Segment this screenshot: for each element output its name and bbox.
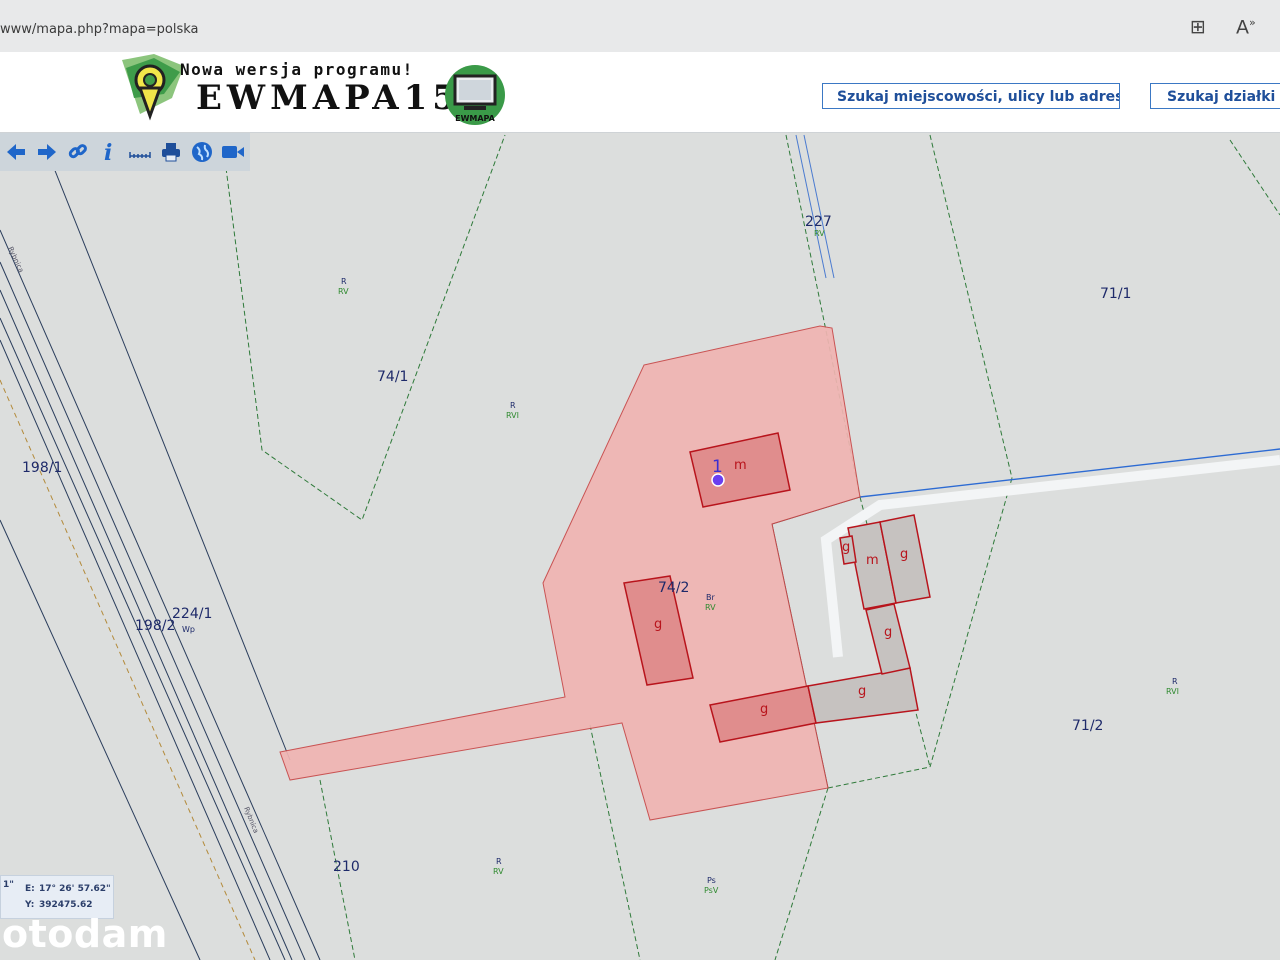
parcel-label-74-2: 74/2 [658, 580, 689, 596]
print-icon[interactable] [155, 136, 186, 168]
parcel-label-74-1: 74/1 [377, 369, 408, 385]
landuse-rvi-a: RVI [506, 411, 519, 420]
svg-text:i: i [104, 140, 112, 164]
landuse-rvi-b: RVI [1166, 687, 1179, 696]
video-icon[interactable] [217, 136, 248, 168]
parcel-label-198-2: 198/2 [135, 618, 175, 634]
parcel-label-227: 227 [805, 214, 832, 230]
building-label-g-4: g [884, 625, 892, 640]
search-address-button[interactable]: Szukaj miejscowości, ulicy lub adresu [822, 83, 1120, 109]
map-canvas[interactable]: 1 227 71/1 74/1 198/1 198/2 224/1 74/2 7… [0, 133, 1280, 960]
parcel-label-210: 210 [333, 859, 360, 875]
link-icon[interactable] [62, 136, 93, 168]
map-view[interactable]: 1 227 71/1 74/1 198/1 198/2 224/1 74/2 7… [0, 133, 1280, 960]
landuse-rv-b: RV [705, 603, 716, 612]
landuse-rv-227: RV [814, 229, 825, 238]
landuse-wp: Wp [182, 625, 195, 634]
site-header: Nowa wersja programu! EWMAPA15 EWMAPA Sz… [0, 52, 1280, 133]
geobid-logo [122, 54, 184, 121]
logo-title: EWMAPA15 [196, 78, 461, 118]
marker-number: 1 [712, 457, 723, 477]
coord-e-label: E: [25, 884, 35, 894]
building-label-g-1: g [654, 617, 662, 632]
coord-e-value: 17° 26' 57.62" [39, 884, 111, 894]
landuse-r-a: R [341, 277, 347, 286]
building-label-m-1: m [734, 458, 747, 473]
forward-arrow-icon[interactable] [31, 136, 62, 168]
building-label-g-2: g [760, 702, 768, 717]
url-field[interactable]: www/mapa.php?mapa=polska [0, 22, 199, 37]
ewmapa-logo: EWMAPA [445, 65, 505, 125]
landuse-r-d: R [496, 857, 502, 866]
building-label-m-2: m [866, 553, 879, 568]
back-arrow-icon[interactable] [0, 136, 31, 168]
map-toolbar: i [0, 133, 250, 171]
building-label-g-6: g [842, 540, 850, 555]
search-parcel-button[interactable]: Szukaj działki lu [1150, 83, 1280, 109]
landuse-psv: PsV [704, 886, 719, 895]
parcel-label-71-2: 71/2 [1072, 718, 1103, 734]
read-aloud-icon[interactable]: A» [1236, 16, 1256, 38]
landuse-r-c: R [1172, 677, 1178, 686]
parcel-label-198-1: 198/1 [22, 460, 62, 476]
otodam-watermark: otodam [2, 912, 168, 956]
coord-left-fragment: 1" [3, 880, 14, 890]
landuse-ps: Ps [707, 876, 716, 885]
coord-y-label: Y: [25, 900, 35, 910]
parcel-label-71-1: 71/1 [1100, 286, 1131, 302]
browser-address-bar: www/mapa.php?mapa=polska ⊞ A» [0, 0, 1280, 53]
logo-right-text: EWMAPA [455, 114, 496, 123]
landuse-rv-a: RV [338, 287, 349, 296]
coord-y-value: 392475.62 [39, 900, 93, 910]
building-label-g-5: g [900, 547, 908, 562]
split-view-icon[interactable]: ⊞ [1190, 16, 1206, 38]
building-label-g-3: g [858, 684, 866, 699]
info-icon[interactable]: i [93, 136, 124, 168]
landuse-rv-c: RV [493, 867, 504, 876]
landuse-br: Br [706, 593, 715, 602]
landuse-r-b: R [510, 401, 516, 410]
measure-icon[interactable] [124, 136, 155, 168]
logo-tagline: Nowa wersja programu! [180, 60, 414, 79]
globe-icon[interactable] [186, 136, 217, 168]
parcel-label-224-1: 224/1 [172, 606, 212, 622]
